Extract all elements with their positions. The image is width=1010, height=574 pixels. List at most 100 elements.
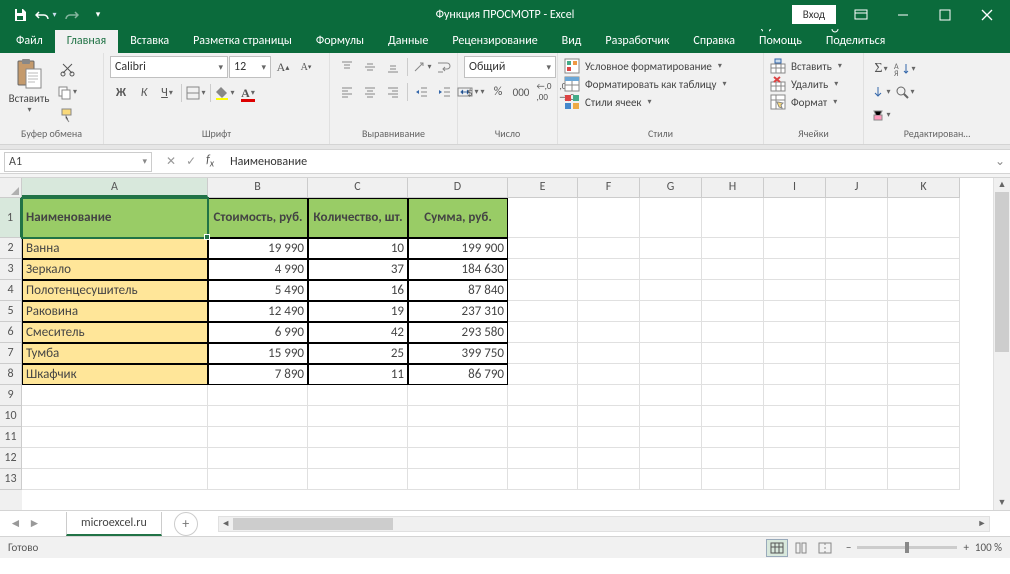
cell[interactable]	[640, 448, 702, 469]
table-row-value[interactable]: 6 990	[208, 322, 308, 343]
cell[interactable]	[702, 343, 764, 364]
cell[interactable]	[208, 448, 308, 469]
login-button[interactable]: Вход	[792, 5, 836, 24]
tab-вид[interactable]: Вид	[550, 30, 594, 53]
copy-icon[interactable]: ▾	[56, 81, 78, 103]
cell[interactable]	[508, 280, 578, 301]
page-layout-view-icon[interactable]	[790, 539, 812, 557]
table-row-value[interactable]: 199 900	[408, 238, 508, 259]
row-headers[interactable]: 12345678910111213	[0, 198, 22, 510]
row-header[interactable]: 8	[0, 364, 22, 385]
tab-формулы[interactable]: Формулы	[304, 30, 376, 53]
cell[interactable]	[640, 469, 702, 490]
decrease-font-icon[interactable]: A▾	[295, 56, 317, 78]
table-row-name[interactable]: Шкафчик	[22, 364, 208, 385]
cell[interactable]	[208, 469, 308, 490]
tab-данные[interactable]: Данные	[376, 30, 440, 53]
row-header[interactable]: 3	[0, 259, 22, 280]
col-header[interactable]: K	[888, 178, 960, 197]
increase-font-icon[interactable]: A▴	[272, 56, 294, 78]
font-size-combo[interactable]: 12▾	[229, 56, 271, 78]
row-header[interactable]: 12	[0, 448, 22, 469]
cell[interactable]	[826, 469, 888, 490]
row-header[interactable]: 11	[0, 427, 22, 448]
cell[interactable]	[888, 406, 960, 427]
cell[interactable]	[764, 238, 826, 259]
cell[interactable]	[22, 448, 208, 469]
row-header[interactable]: 4	[0, 280, 22, 301]
cell[interactable]	[888, 448, 960, 469]
cell[interactable]	[764, 301, 826, 322]
underline-icon[interactable]: Ч▾	[156, 82, 178, 104]
align-middle-icon[interactable]	[359, 56, 381, 78]
cell[interactable]	[888, 364, 960, 385]
conditional-format-button[interactable]: Условное форматирование▾	[564, 58, 722, 74]
horizontal-scrollbar[interactable]: ◄►	[218, 516, 990, 532]
cell[interactable]	[508, 406, 578, 427]
cell[interactable]	[308, 406, 408, 427]
maximize-icon[interactable]	[928, 3, 962, 27]
cell[interactable]	[888, 238, 960, 259]
autosum-icon[interactable]: Σ▾	[870, 58, 892, 80]
table-row-value[interactable]: 237 310	[408, 301, 508, 322]
orientation-icon[interactable]: ▾	[411, 56, 433, 78]
cell[interactable]	[508, 259, 578, 280]
cell[interactable]	[408, 406, 508, 427]
row-header[interactable]: 5	[0, 301, 22, 322]
cell[interactable]	[208, 427, 308, 448]
cell[interactable]	[508, 385, 578, 406]
cell[interactable]	[764, 406, 826, 427]
col-header[interactable]: B	[208, 178, 308, 197]
cell[interactable]	[888, 198, 960, 238]
row-header[interactable]: 9	[0, 385, 22, 406]
cell[interactable]	[826, 301, 888, 322]
table-row-name[interactable]: Полотенцесушитель	[22, 280, 208, 301]
cell[interactable]	[702, 406, 764, 427]
tab-главная[interactable]: Главная	[55, 30, 118, 53]
cell[interactable]	[578, 448, 640, 469]
cell[interactable]	[826, 198, 888, 238]
cell[interactable]	[508, 198, 578, 238]
clear-icon[interactable]: ▾	[870, 104, 892, 126]
cell[interactable]	[888, 427, 960, 448]
table-row-value[interactable]: 25	[308, 343, 408, 364]
col-header[interactable]: C	[308, 178, 408, 197]
cell[interactable]	[764, 280, 826, 301]
cell[interactable]	[308, 448, 408, 469]
increase-indent-icon[interactable]	[434, 81, 456, 103]
cell[interactable]	[208, 385, 308, 406]
cell[interactable]	[22, 406, 208, 427]
cell[interactable]	[826, 238, 888, 259]
table-row-value[interactable]: 15 990	[208, 343, 308, 364]
table-row-value[interactable]: 184 630	[408, 259, 508, 280]
align-right-icon[interactable]	[382, 81, 404, 103]
cell[interactable]	[640, 364, 702, 385]
cell[interactable]	[508, 448, 578, 469]
cell[interactable]	[826, 364, 888, 385]
italic-icon[interactable]: К	[133, 82, 155, 104]
cell[interactable]	[508, 469, 578, 490]
cell[interactable]	[888, 280, 960, 301]
cell[interactable]	[826, 385, 888, 406]
cell[interactable]	[826, 280, 888, 301]
cell[interactable]	[508, 238, 578, 259]
cell[interactable]	[702, 280, 764, 301]
cell[interactable]	[578, 406, 640, 427]
close-icon[interactable]	[970, 3, 1004, 27]
page-break-view-icon[interactable]	[814, 539, 836, 557]
sort-filter-icon[interactable]: AЯ▾	[894, 58, 916, 80]
tab-справка[interactable]: Справка	[681, 30, 747, 53]
cell[interactable]	[888, 343, 960, 364]
format-as-table-button[interactable]: Форматировать как таблицу▾	[564, 76, 727, 92]
col-header[interactable]: G	[640, 178, 702, 197]
cell[interactable]	[640, 322, 702, 343]
align-bottom-icon[interactable]	[382, 56, 404, 78]
cell[interactable]	[408, 448, 508, 469]
number-format-combo[interactable]: Общий▾	[464, 56, 556, 78]
col-header[interactable]: D	[408, 178, 508, 197]
sheet-tab[interactable]: microexcel.ru	[66, 512, 162, 536]
col-header[interactable]: I	[764, 178, 826, 197]
percent-icon[interactable]: %	[487, 81, 509, 103]
cell[interactable]	[764, 427, 826, 448]
paste-button[interactable]: Вставить▾	[6, 56, 52, 115]
